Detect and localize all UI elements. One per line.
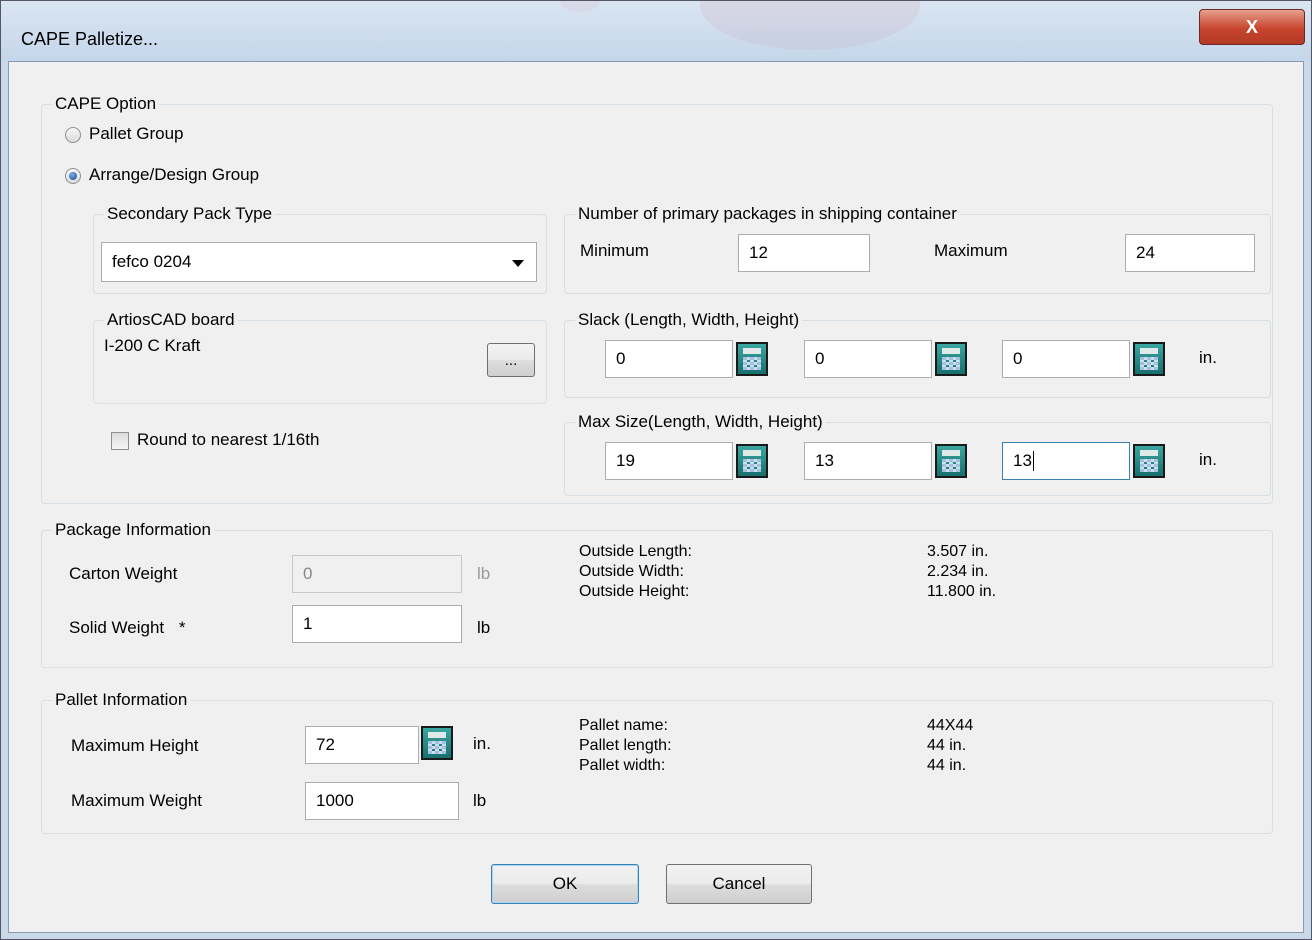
outside-height-value: 11.800 in. [927,583,997,600]
board-value: I-200 C Kraft [104,336,201,355]
pallet-width-label: Pallet width: [579,757,666,774]
solid-weight-unit: lb [477,618,491,637]
arrange-group-radio[interactable] [65,168,81,184]
outside-width-label: Outside Width: [579,563,684,580]
calculator-icon[interactable] [1133,444,1165,478]
calculator-icon[interactable] [935,342,967,376]
pallet-details-labels: Pallet name: Pallet length: Pallet width… [579,716,672,776]
close-icon: X [1245,16,1258,37]
cancel-button[interactable]: Cancel [666,864,812,904]
text-cursor [1032,451,1034,471]
calculator-icon[interactable] [421,726,453,760]
calculator-icon[interactable] [736,444,768,478]
package-info-title: Package Information [52,519,214,541]
arrange-group-label[interactable]: Arrange/Design Group [89,165,259,185]
slack-width-input[interactable]: 0 [804,340,932,378]
max-width-value: 13 [815,451,834,470]
max-width-input[interactable]: 13 [804,442,932,480]
slack-length-value: 0 [616,349,626,368]
slack-height-input[interactable]: 0 [1002,340,1130,378]
slack-unit: in. [1199,348,1217,367]
chevron-down-icon [512,260,524,267]
minimum-value: 12 [749,243,768,262]
cancel-label: Cancel [712,874,766,893]
pallet-length-value: 44 in. [927,737,967,754]
pallet-name-label: Pallet name: [579,717,668,734]
carton-weight-input: 0 [292,555,462,593]
board-title: ArtiosCAD board [104,309,238,331]
carton-weight-value: 0 [303,564,313,583]
pallet-info-title: Pallet Information [52,689,191,711]
max-pallet-height-label: Maximum Height [71,736,199,755]
slack-length-input[interactable]: 0 [605,340,733,378]
round-label[interactable]: Round to nearest 1/16th [137,430,319,450]
solid-weight-input[interactable]: 1 [292,605,462,643]
board-browse-button[interactable]: ... [487,343,535,377]
dialog-client-area: CAPE Option Pallet Group Arrange/Design … [8,61,1304,933]
primary-count-title: Number of primary packages in shipping c… [575,203,960,225]
max-pallet-weight-label: Maximum Weight [71,791,202,810]
max-size-title: Max Size(Length, Width, Height) [575,411,826,433]
minimum-label: Minimum [580,241,649,260]
secondary-pack-select[interactable]: fefco 0204 [101,242,537,282]
max-height-value: 13 [1013,451,1032,470]
maximum-value: 24 [1136,243,1155,262]
calculator-icon[interactable] [935,444,967,478]
outside-dims-values: 3.507 in. 2.234 in. 11.800 in. [927,542,996,602]
ok-button[interactable]: OK [491,864,639,904]
slack-height-value: 0 [1013,349,1023,368]
solid-weight-text: Solid Weight [69,618,165,637]
secondary-pack-title: Secondary Pack Type [104,203,276,225]
pallet-group-radio[interactable] [65,127,81,143]
max-pallet-weight-unit: lb [473,791,487,810]
pallet-length-label: Pallet length: [579,737,672,754]
pallet-name-value: 44X44 [927,717,974,734]
max-height-input[interactable]: 13 [1002,442,1130,480]
carton-weight-label: Carton Weight [69,564,178,583]
outside-length-label: Outside Length: [579,543,692,560]
secondary-pack-value: fefco 0204 [112,252,192,271]
slack-title: Slack (Length, Width, Height) [575,309,803,331]
slack-width-value: 0 [815,349,825,368]
pallet-width-value: 44 in. [927,757,967,774]
max-length-input[interactable]: 19 [605,442,733,480]
ellipsis-icon: ... [504,351,518,369]
outside-length-value: 3.507 in. [927,543,989,560]
cape-option-title: CAPE Option [52,93,160,115]
max-length-value: 19 [616,451,635,470]
calculator-icon[interactable] [1133,342,1165,376]
carton-weight-unit: lb [477,564,491,583]
outside-height-label: Outside Height: [579,583,690,600]
max-size-unit: in. [1199,450,1217,469]
pallet-group-label[interactable]: Pallet Group [89,124,184,144]
maximum-label: Maximum [934,241,1008,260]
board-group: ArtiosCAD board [93,309,547,404]
max-pallet-weight-input[interactable]: 1000 [305,782,459,820]
outside-width-value: 2.234 in. [927,563,989,580]
close-button[interactable]: X [1199,9,1305,45]
solid-weight-label: Solid Weight * [69,618,186,638]
max-pallet-height-input[interactable]: 72 [305,726,419,764]
max-pallet-weight-value: 1000 [316,791,354,810]
max-pallet-height-unit: in. [473,734,491,753]
solid-weight-value: 1 [303,614,313,633]
round-checkbox[interactable] [111,432,129,450]
window-title: CAPE Palletize... [21,29,159,49]
calculator-icon[interactable] [736,342,768,376]
minimum-input[interactable]: 12 [738,234,870,272]
max-pallet-height-value: 72 [316,735,335,754]
ok-label: OK [552,874,578,893]
title-bar[interactable]: CAPE Palletize... X [1,1,1311,61]
required-marker: * [178,618,186,637]
dialog-window: CAPE Palletize... X CAPE Option Pallet G… [0,0,1312,940]
pallet-details-values: 44X44 44 in. 44 in. [927,716,973,776]
maximum-input[interactable]: 24 [1125,234,1255,272]
outside-dims-labels: Outside Length: Outside Width: Outside H… [579,542,692,602]
